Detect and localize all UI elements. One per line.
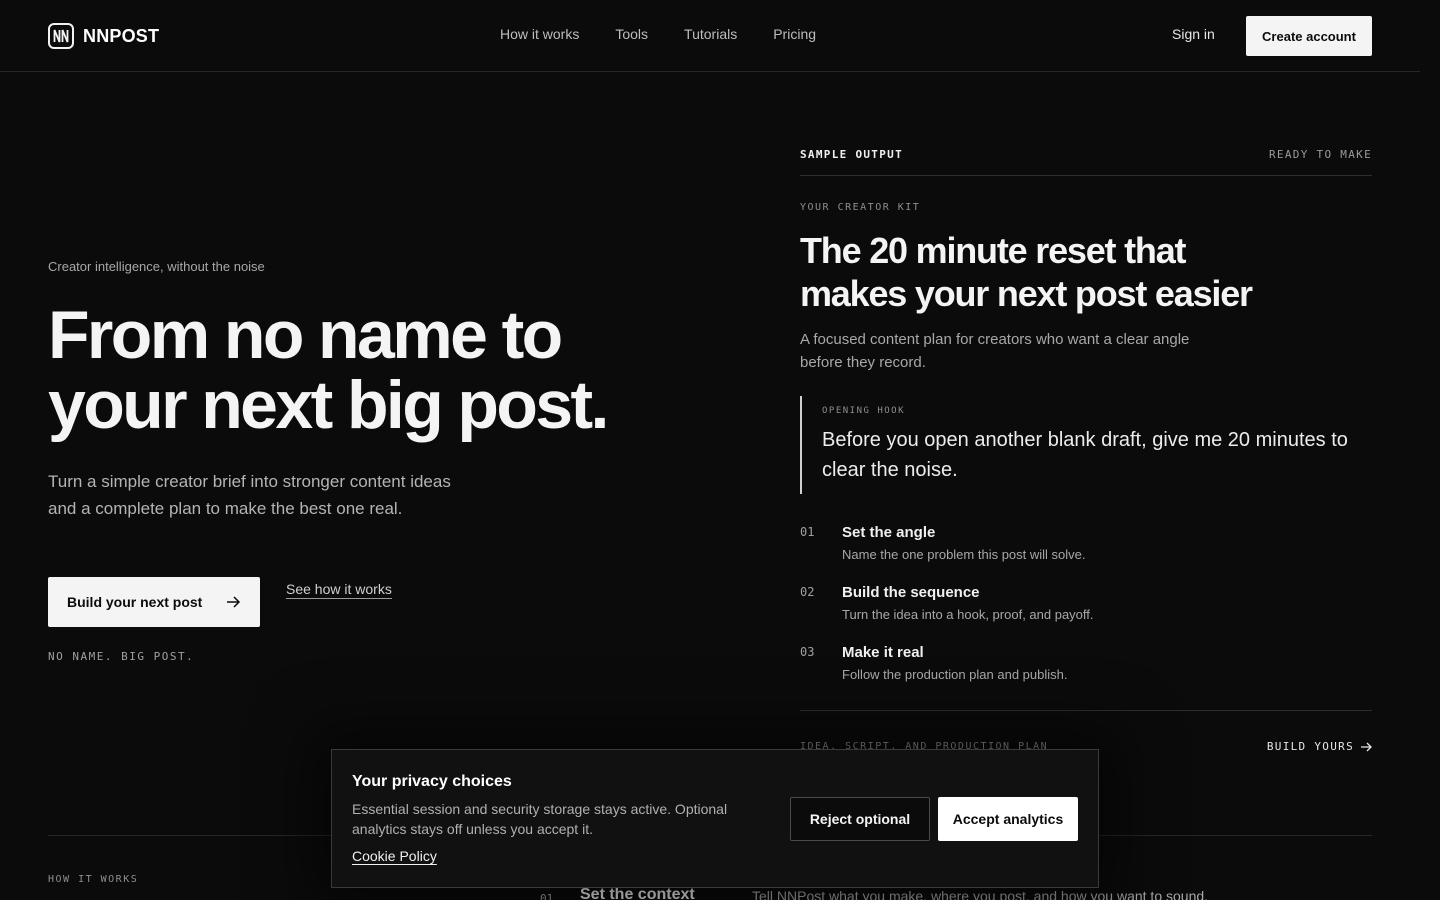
see-how-it-works-link[interactable]: See how it works xyxy=(286,581,392,599)
panel-header: SAMPLE OUTPUT READY TO MAKE xyxy=(800,148,1372,176)
site-header: NNPOST How it works Tools Tutorials Pric… xyxy=(0,0,1420,72)
step-title: Set the context xyxy=(580,886,695,900)
hero-subtitle: Turn a simple creator brief into stronge… xyxy=(48,472,451,518)
nav-tools[interactable]: Tools xyxy=(615,26,648,42)
hero-eyebrow: Creator intelligence, without the noise xyxy=(48,259,265,274)
kit-description: A focused content plan for creators who … xyxy=(800,331,1190,371)
main-nav: How it works Tools Tutorials Pricing xyxy=(500,26,816,42)
cookie-banner: Your privacy choices Essential session a… xyxy=(331,749,1099,888)
hero-tagline: NO NAME. BIG POST. xyxy=(48,650,195,663)
nav-pricing[interactable]: Pricing xyxy=(773,26,816,42)
step-title: Build the sequence xyxy=(842,584,980,601)
hero-title: From no name to your next big post. xyxy=(48,300,668,440)
step-description: Name the one problem this post will solv… xyxy=(842,547,1086,562)
build-yours-label: BUILD YOURS xyxy=(1266,740,1354,753)
brand-logo[interactable]: NNPOST xyxy=(48,23,159,49)
step-number: 02 xyxy=(800,585,815,599)
step-number: 01 xyxy=(540,892,554,900)
step-title: Set the angle xyxy=(842,524,936,541)
creator-kit-label: YOUR CREATOR KIT xyxy=(800,202,921,213)
hero-title-line-1: From no name to xyxy=(48,297,563,373)
status-label: READY TO MAKE xyxy=(1269,148,1372,161)
brand-name: NNPOST xyxy=(83,25,160,46)
accept-analytics-button[interactable]: Accept analytics xyxy=(938,797,1078,841)
hook-label: OPENING HOOK xyxy=(822,406,906,416)
hero-title-line-2: your next big post. xyxy=(48,367,609,443)
build-post-label: Build your next post xyxy=(67,594,203,610)
step-number: 03 xyxy=(800,645,815,659)
how-it-works-label: HOW IT WORKS xyxy=(48,874,139,885)
build-yours-link[interactable]: BUILD YOURS xyxy=(1267,740,1372,753)
hook-text: Before you open another blank draft, giv… xyxy=(822,429,1348,481)
list-item: 01 Set the angle Name the one problem th… xyxy=(800,522,1372,582)
nav-tutorials[interactable]: Tutorials xyxy=(684,26,737,42)
list-item: 02 Build the sequence Turn the idea into… xyxy=(800,582,1372,642)
nav-how-it-works[interactable]: How it works xyxy=(500,26,579,42)
cookie-policy-link[interactable]: Cookie Policy xyxy=(352,848,437,864)
reject-optional-button[interactable]: Reject optional xyxy=(790,797,930,841)
step-description: Follow the production plan and publish. xyxy=(842,667,1068,682)
sample-output-label: SAMPLE OUTPUT xyxy=(800,148,903,161)
nn-logo-icon xyxy=(48,23,74,49)
sample-output-panel: SAMPLE OUTPUT READY TO MAKE YOUR CREATOR… xyxy=(800,148,1372,753)
panel-divider xyxy=(800,710,1372,711)
step-description: Turn the idea into a hook, proof, and pa… xyxy=(842,607,1094,622)
step-title: Make it real xyxy=(842,644,924,661)
arrow-right-icon xyxy=(227,596,241,608)
cookie-text: Essential session and security storage s… xyxy=(352,801,728,837)
sign-in-link[interactable]: Sign in xyxy=(1172,26,1215,42)
step-number: 01 xyxy=(800,525,815,539)
create-account-button[interactable]: Create account xyxy=(1246,16,1372,56)
kit-title: The 20 minute reset that makes your next… xyxy=(800,230,1253,314)
step-list: 01 Set the angle Name the one problem th… xyxy=(800,522,1372,702)
list-item: 03 Make it real Follow the production pl… xyxy=(800,642,1372,702)
opening-hook: OPENING HOOK Before you open another bla… xyxy=(800,396,1372,494)
cookie-title: Your privacy choices xyxy=(352,773,512,790)
step-description: Tell NNPost what you make, where you pos… xyxy=(752,888,1209,900)
arrow-right-icon xyxy=(1361,742,1372,751)
build-post-button[interactable]: Build your next post xyxy=(48,577,260,627)
